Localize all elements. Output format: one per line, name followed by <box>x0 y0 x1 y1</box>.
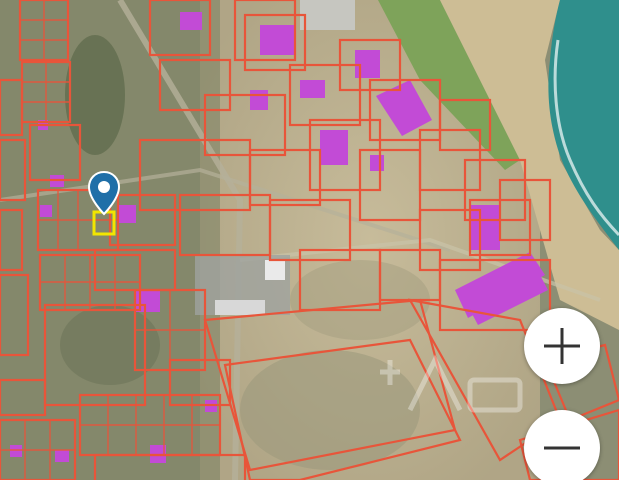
minus-icon <box>544 446 580 450</box>
zoom-in-button[interactable] <box>524 308 600 384</box>
plus-icon <box>544 328 580 364</box>
map-view[interactable] <box>0 0 619 480</box>
zoom-out-button[interactable] <box>524 410 600 480</box>
map-pin-icon[interactable] <box>86 170 122 216</box>
cian-logo-icon <box>380 354 523 413</box>
